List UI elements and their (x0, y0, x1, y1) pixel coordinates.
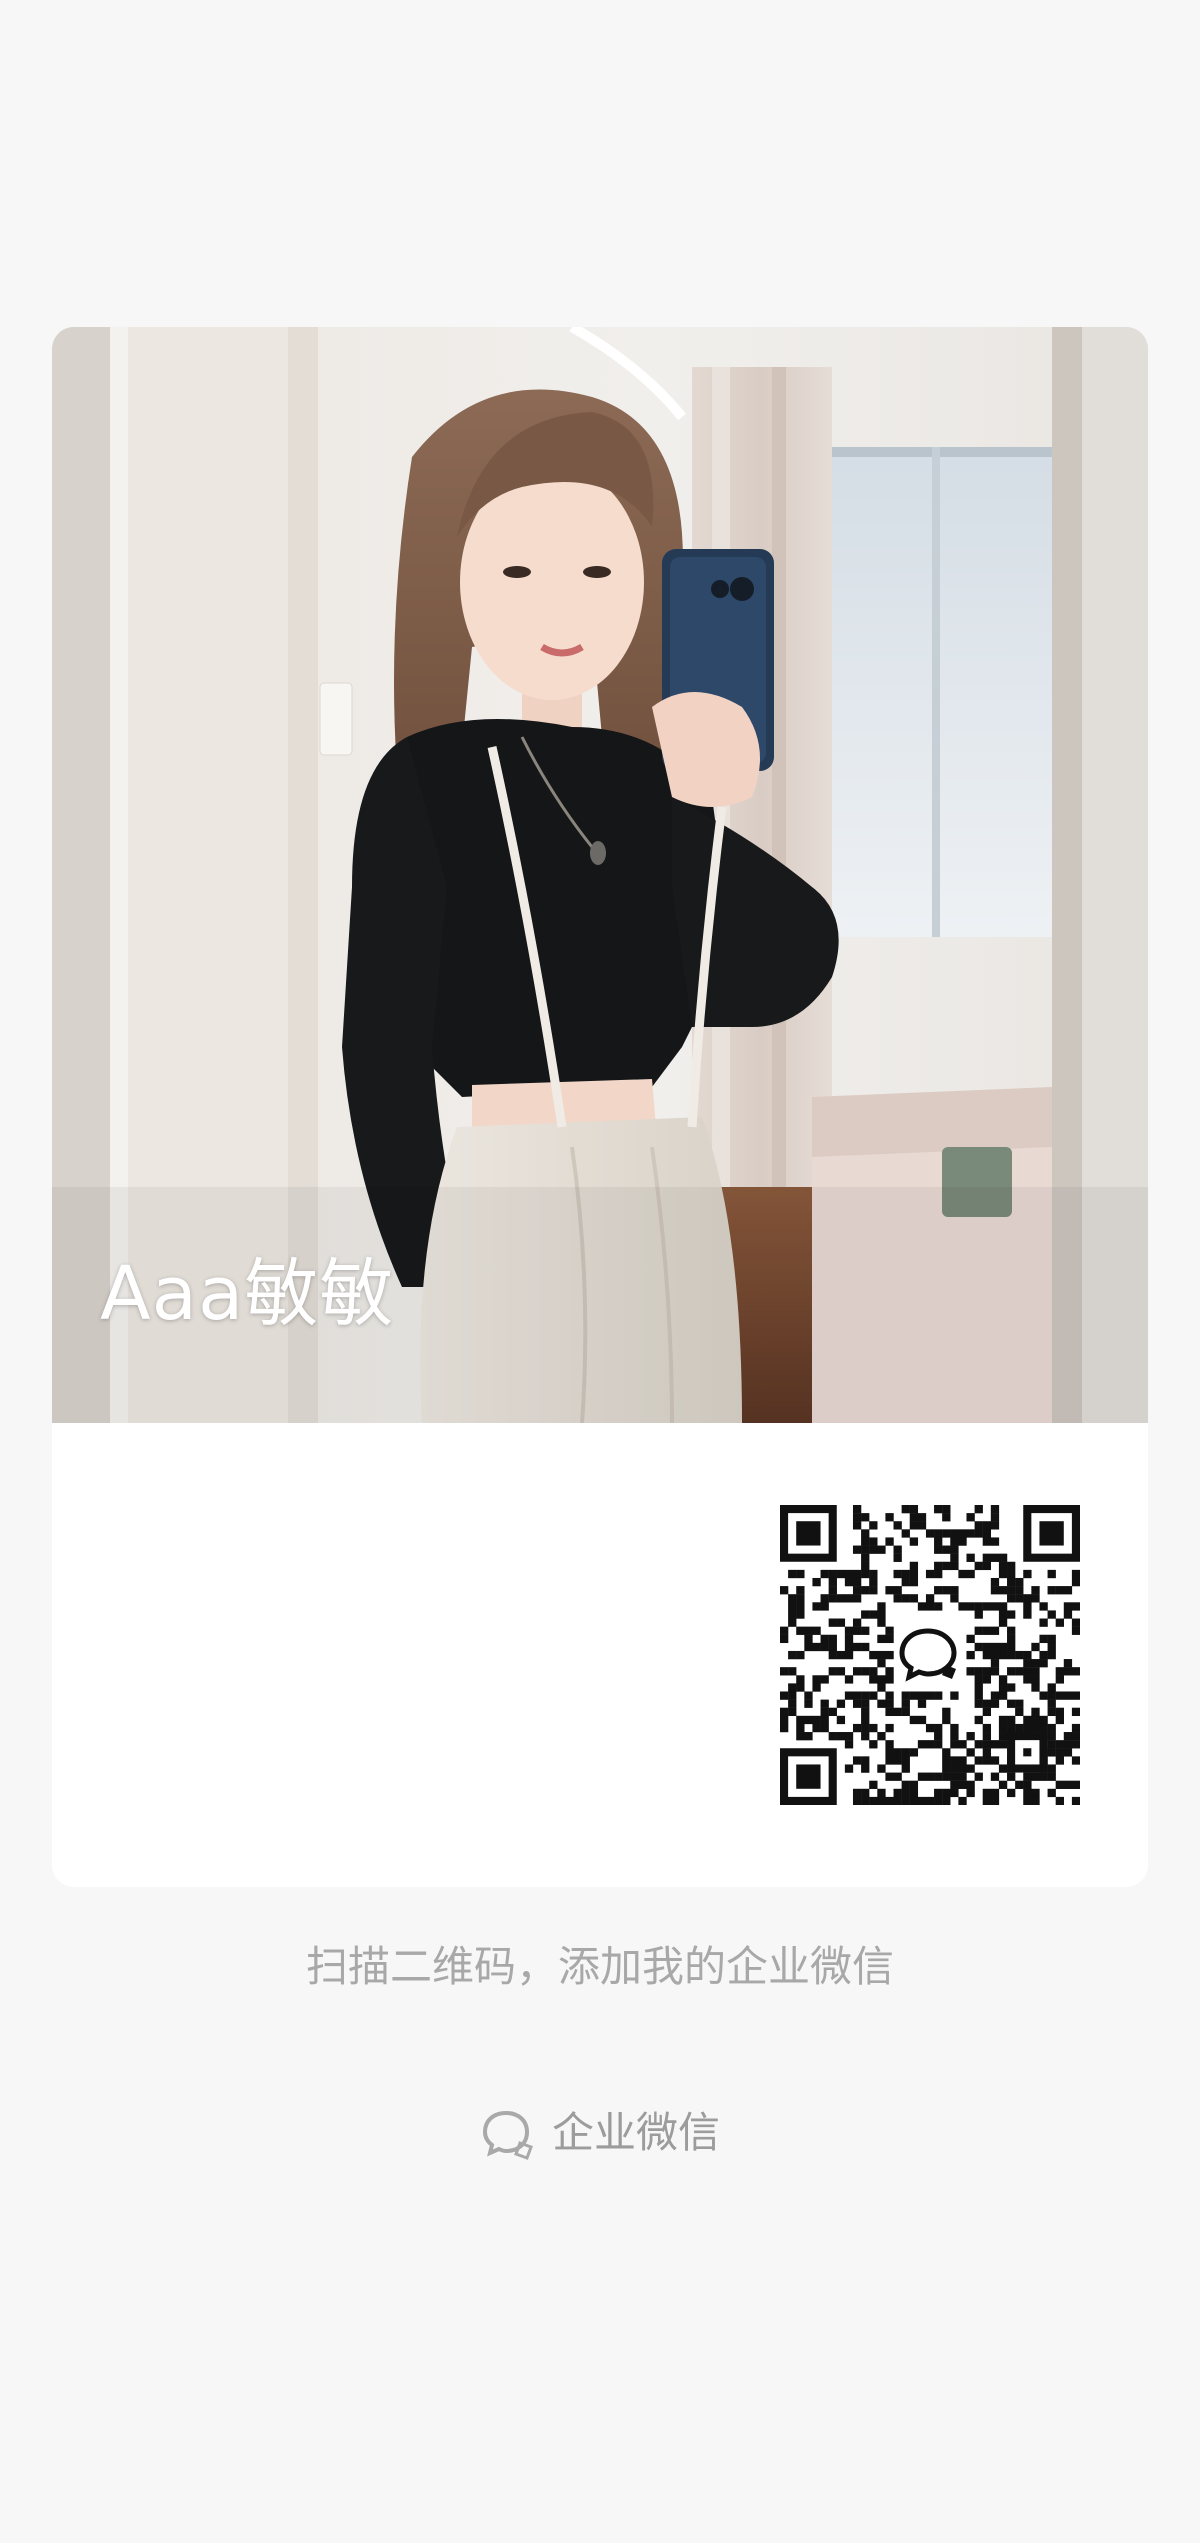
qr-center-logo (894, 1619, 966, 1691)
profile-name: Aaa敏敏 (100, 1251, 395, 1337)
wecom-chat-icon (482, 2110, 533, 2160)
qr-code (780, 1505, 1081, 1806)
scan-hint-text: 扫描二维码，添加我的企业微信 (305, 1942, 894, 1991)
wecom-brand: 企业微信 (0, 2105, 1200, 2161)
profile-card: Aaa敏敏 (52, 327, 1148, 1887)
wecom-logo-icon (899, 1628, 957, 1682)
profile-photo: Aaa敏敏 (52, 327, 1148, 1423)
wecom-brand-label: 企业微信 (551, 2108, 720, 2157)
